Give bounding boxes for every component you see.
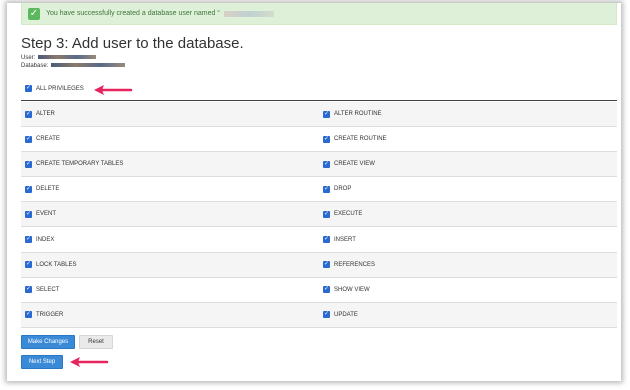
privilege-row: ✓ ALTER ✓ ALTER ROUTINE — [21, 102, 617, 128]
privilege-label: CREATE VIEW — [334, 161, 375, 168]
screenshot-frame: ✓ You have successfully created a databa… — [7, 3, 621, 381]
privilege-checkbox[interactable]: ✓ — [25, 236, 32, 244]
privilege-checkbox[interactable]: ✓ — [323, 185, 330, 193]
all-privileges-label: ALL PRIVILEGES — [36, 85, 84, 92]
checkmark-icon: ✓ — [28, 7, 40, 20]
success-message: You have successfully created a database… — [46, 10, 220, 17]
privilege-label: DELETE — [36, 186, 60, 193]
privilege-checkbox[interactable]: ✓ — [323, 311, 330, 319]
privilege-option[interactable]: ✓ INDEX — [21, 227, 319, 251]
privilege-label: UPDATE — [334, 311, 358, 318]
privilege-option[interactable]: ✓ ALTER ROUTINE — [319, 102, 617, 126]
privilege-option[interactable]: ✓ EVENT — [21, 202, 319, 226]
privilege-row: ✓ LOCK TABLES ✓ REFERENCES — [21, 252, 617, 278]
privilege-checkbox[interactable]: ✓ — [323, 286, 330, 294]
privilege-label: ALTER — [36, 111, 55, 118]
privilege-label: SELECT — [36, 286, 60, 293]
privilege-row: ✓ EVENT ✓ EXECUTE — [21, 202, 617, 228]
privilege-checkbox[interactable]: ✓ — [25, 261, 32, 269]
make-changes-button[interactable]: Make Changes — [21, 335, 75, 349]
privilege-checkbox[interactable]: ✓ — [323, 110, 330, 118]
privilege-option[interactable]: ✓ CREATE ROUTINE — [319, 127, 617, 151]
redacted-database — [51, 63, 126, 68]
privilege-option[interactable]: ✓ SHOW VIEW — [319, 278, 617, 302]
privilege-option[interactable]: ✓ DROP — [319, 177, 617, 201]
privilege-option[interactable]: ✓ TRIGGER — [21, 303, 319, 327]
privilege-label: ALTER ROUTINE — [334, 111, 382, 118]
pointer-arrow-icon — [94, 85, 133, 95]
privilege-row: ✓ DELETE ✓ DROP — [21, 177, 617, 203]
privilege-option[interactable]: ✓ UPDATE — [319, 303, 617, 327]
reset-button[interactable]: Reset — [79, 335, 113, 349]
privilege-checkbox[interactable]: ✓ — [25, 286, 32, 294]
privilege-row: ✓ CREATE ✓ CREATE ROUTINE — [21, 127, 617, 153]
redacted-user — [38, 55, 97, 60]
privilege-label: EXECUTE — [334, 211, 363, 218]
privilege-checkbox[interactable]: ✓ — [25, 185, 32, 193]
privileges-table: ✓ ALTER ✓ ALTER ROUTINE ✓ CREATE ✓ CREATE ROUTI… — [21, 102, 617, 328]
privilege-option[interactable]: ✓ CREATE — [21, 127, 319, 151]
privilege-label: CREATE TEMPORARY TABLES — [36, 161, 124, 168]
privilege-checkbox[interactable]: ✓ — [323, 135, 330, 143]
privilege-checkbox[interactable]: ✓ — [323, 160, 330, 168]
privilege-option[interactable]: ✓ SELECT — [21, 278, 319, 302]
next-step-button[interactable]: Next Step — [21, 355, 63, 369]
all-privileges-checkbox[interactable]: ✓ — [25, 85, 32, 92]
privilege-checkbox[interactable]: ✓ — [323, 236, 330, 244]
redacted-username — [223, 10, 274, 17]
privilege-option[interactable]: ✓ INSERT — [319, 227, 617, 251]
page-title: Step 3: Add user to the database. — [21, 35, 244, 52]
privilege-label: REFERENCES — [334, 261, 376, 268]
privilege-checkbox[interactable]: ✓ — [25, 135, 32, 143]
user-line: User: — [21, 55, 97, 61]
pointer-arrow-icon — [70, 357, 109, 367]
privilege-option[interactable]: ✓ CREATE TEMPORARY TABLES — [21, 152, 319, 176]
privilege-row: ✓ TRIGGER ✓ UPDATE — [21, 302, 617, 328]
user-label: User: — [21, 55, 36, 61]
privilege-checkbox[interactable]: ✓ — [25, 110, 32, 118]
database-line: Database: — [21, 63, 126, 69]
privilege-row: ✓ SELECT ✓ SHOW VIEW — [21, 277, 617, 303]
privilege-option[interactable]: ✓ CREATE VIEW — [319, 152, 617, 176]
success-notice: ✓ You have successfully created a databa… — [21, 3, 617, 25]
all-privileges-option[interactable]: ✓ ALL PRIVILEGES — [25, 85, 84, 92]
privilege-checkbox[interactable]: ✓ — [323, 210, 330, 218]
privilege-label: LOCK TABLES — [36, 261, 77, 268]
divider — [21, 100, 617, 101]
privilege-option[interactable]: ✓ ALTER — [21, 102, 319, 126]
privilege-label: SHOW VIEW — [334, 286, 370, 293]
privilege-checkbox[interactable]: ✓ — [25, 311, 32, 319]
database-label: Database: — [21, 63, 49, 69]
privilege-label: CREATE ROUTINE — [334, 136, 387, 143]
privilege-option[interactable]: ✓ REFERENCES — [319, 253, 617, 277]
privilege-option[interactable]: ✓ LOCK TABLES — [21, 253, 319, 277]
privilege-row: ✓ INDEX ✓ INSERT — [21, 227, 617, 253]
privilege-option[interactable]: ✓ EXECUTE — [319, 202, 617, 226]
privilege-label: INSERT — [334, 236, 356, 243]
privilege-row: ✓ CREATE TEMPORARY TABLES ✓ CREATE VIEW — [21, 152, 617, 178]
privilege-label: INDEX — [36, 236, 55, 243]
privilege-option[interactable]: ✓ DELETE — [21, 177, 319, 201]
privilege-label: CREATE — [36, 136, 60, 143]
privilege-label: DROP — [334, 186, 352, 193]
privilege-checkbox[interactable]: ✓ — [323, 261, 330, 269]
privilege-checkbox[interactable]: ✓ — [25, 160, 32, 168]
privilege-label: TRIGGER — [36, 311, 64, 318]
privilege-checkbox[interactable]: ✓ — [25, 210, 32, 218]
privilege-label: EVENT — [36, 211, 57, 218]
